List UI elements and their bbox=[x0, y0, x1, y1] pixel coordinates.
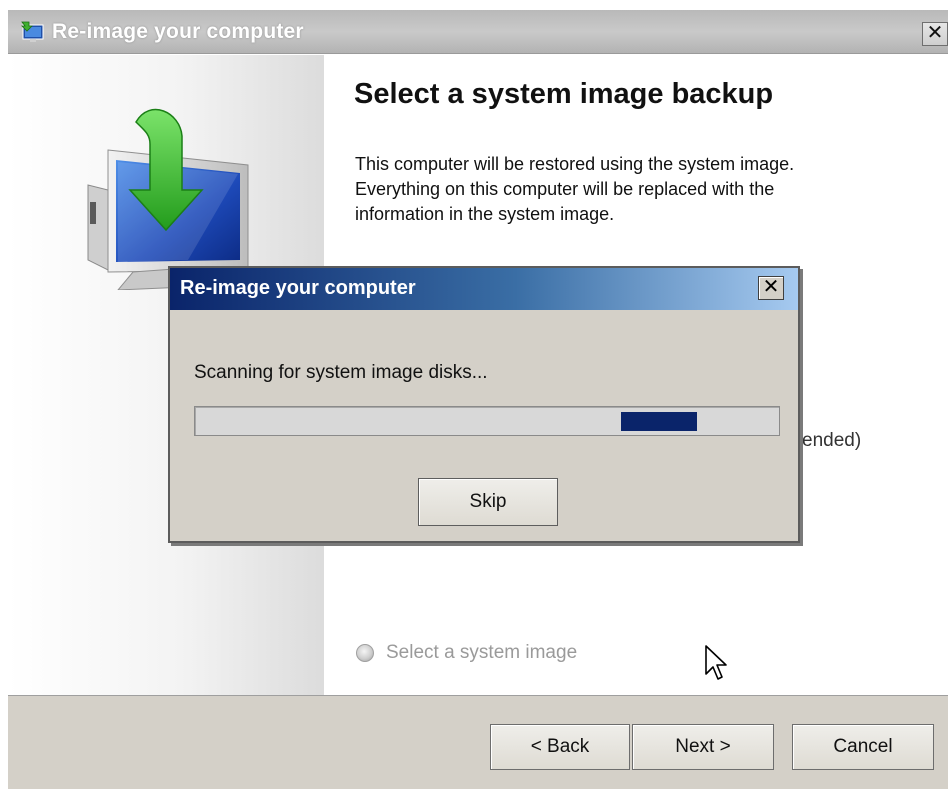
scan-progress-bar bbox=[194, 406, 780, 436]
window-titlebar[interactable]: Re-image your computer ✕ bbox=[8, 10, 948, 54]
back-button[interactable]: < Back bbox=[490, 724, 630, 770]
mouse-pointer-icon bbox=[705, 645, 727, 680]
dialog-titlebar[interactable]: Re-image your computer ✕ bbox=[170, 268, 798, 310]
page-title: Select a system image backup bbox=[354, 78, 774, 110]
close-icon: ✕ bbox=[762, 276, 780, 298]
reimage-wizard-window: Re-image your computer ✕ Select a system… bbox=[0, 0, 948, 789]
select-system-image-label: Select a system image bbox=[386, 642, 578, 663]
cancel-button[interactable]: Cancel bbox=[792, 724, 934, 770]
dialog-title: Re-image your computer bbox=[180, 277, 416, 299]
monitor-with-green-arrow-icon bbox=[87, 108, 249, 290]
close-icon: ✕ bbox=[926, 22, 944, 44]
progress-marquee-chunk bbox=[621, 412, 697, 431]
description-line: This computer will be restored using the… bbox=[355, 154, 795, 174]
select-system-image-radio bbox=[356, 644, 374, 662]
description-line: information in the system image. bbox=[355, 204, 615, 224]
window-title: Re-image your computer bbox=[52, 20, 304, 43]
page-description: This computer will be restored using the… bbox=[355, 152, 895, 227]
scanning-dialog: Re-image your computer ✕ Scanning for sy… bbox=[168, 266, 800, 543]
obscured-option-label: ended) bbox=[802, 430, 862, 451]
window-close-button[interactable]: ✕ bbox=[922, 22, 948, 46]
description-line: Everything on this computer will be repl… bbox=[355, 179, 775, 199]
backup-restore-icon bbox=[21, 21, 44, 42]
dialog-close-button[interactable]: ✕ bbox=[758, 276, 784, 300]
scanning-status-text: Scanning for system image disks... bbox=[194, 362, 488, 383]
next-button[interactable]: Next > bbox=[632, 724, 774, 770]
skip-button[interactable]: Skip bbox=[418, 478, 558, 526]
